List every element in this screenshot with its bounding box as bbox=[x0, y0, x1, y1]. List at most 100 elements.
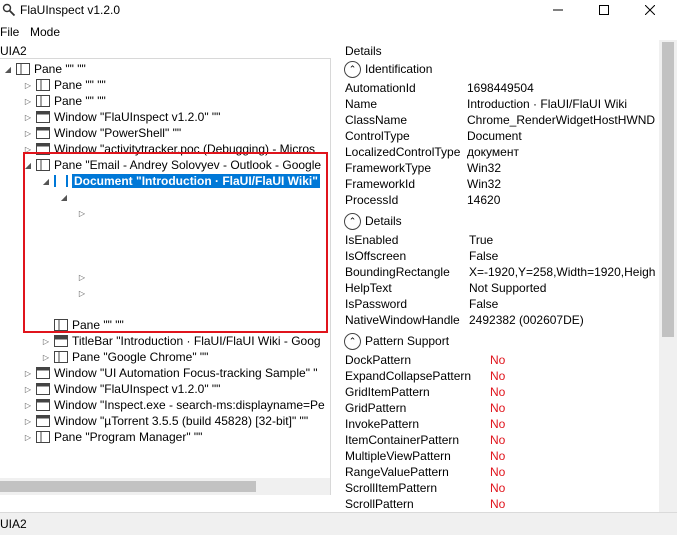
property-value: Chrome_RenderWidgetHostHWND bbox=[467, 113, 656, 127]
property-value: Introduction · FlaUI/FlaUI Wiki bbox=[467, 97, 628, 111]
property-row: BoundingRectangle X=-1920,Y=258,Width=192… bbox=[345, 265, 675, 281]
document-icon bbox=[54, 175, 68, 187]
expanded-arrow-icon[interactable]: ◢ bbox=[22, 157, 34, 173]
collapsed-arrow-icon[interactable]: ▷ bbox=[76, 269, 88, 285]
tree-node[interactable]: ◢ bbox=[58, 189, 70, 205]
property-key: ItemContainerPattern bbox=[345, 433, 460, 447]
collapsed-arrow-icon[interactable]: ▷ bbox=[22, 365, 34, 381]
section-header-patterns[interactable]: ⌃ Pattern Support bbox=[344, 332, 449, 350]
details-panel: ⌃ Identification AutomationId 1698449504 Nam… bbox=[340, 58, 677, 512]
tree-node[interactable]: ▷ TitleBar "Introduction · FlaUI/FlaUI Wi… bbox=[40, 333, 321, 349]
collapsed-arrow-icon[interactable]: ▷ bbox=[22, 413, 34, 429]
tree-scroll-thumb[interactable] bbox=[0, 481, 256, 492]
tree-node[interactable]: ▷ Window "PowerShell" "" bbox=[22, 125, 181, 141]
collapsed-arrow-icon[interactable]: ▷ bbox=[40, 333, 52, 349]
property-row: ExpandCollapsePattern No bbox=[345, 369, 675, 385]
tree-node[interactable]: ▷ bbox=[76, 269, 88, 285]
tree-node[interactable]: Pane "" "" bbox=[40, 317, 124, 333]
collapsed-arrow-icon[interactable]: ▷ bbox=[22, 397, 34, 413]
tree-node[interactable]: ▷ Pane "" "" bbox=[22, 93, 106, 109]
window-icon bbox=[36, 143, 50, 155]
pane-icon bbox=[54, 351, 68, 363]
property-value: X=-1920,Y=258,Width=1920,Heigh bbox=[469, 265, 656, 279]
property-key: Name bbox=[345, 97, 378, 111]
property-row: ScrollItemPattern No bbox=[345, 481, 675, 497]
tree-node[interactable]: ▷ Pane "Google Chrome" "" bbox=[40, 349, 209, 365]
menu-file[interactable]: File bbox=[0, 25, 19, 39]
property-key: GridPattern bbox=[345, 401, 407, 415]
property-value: No bbox=[490, 417, 506, 431]
close-icon bbox=[644, 4, 656, 18]
section-header-identification[interactable]: ⌃ Identification bbox=[344, 60, 432, 78]
collapsed-arrow-icon[interactable]: ▷ bbox=[22, 141, 34, 157]
tree-node-label: Window "µTorrent 3.5.5 (build 45828) [32… bbox=[54, 414, 309, 428]
tree-horizontal-scrollbar[interactable] bbox=[0, 478, 330, 495]
tree-node[interactable]: ▷ Window "FlaUInspect v1.2.0" "" bbox=[22, 109, 221, 125]
menu-bar: File Mode bbox=[0, 22, 677, 42]
property-key: ExpandCollapsePattern bbox=[345, 369, 472, 383]
panel-splitter[interactable] bbox=[332, 44, 338, 512]
window-icon bbox=[36, 111, 50, 123]
tree-node[interactable]: ▷ bbox=[76, 285, 88, 301]
minimize-button[interactable] bbox=[535, 0, 581, 22]
section-title: Details bbox=[365, 214, 402, 228]
expanded-arrow-icon[interactable]: ◢ bbox=[40, 173, 52, 189]
window-icon bbox=[36, 383, 50, 395]
property-value: No bbox=[490, 369, 506, 383]
property-value: No bbox=[490, 353, 506, 367]
tree-node[interactable]: ▷ Window "FlaUInspect v1.2.0" "" bbox=[22, 381, 221, 397]
property-key: IsEnabled bbox=[345, 233, 399, 247]
section-header-details[interactable]: ⌃ Details bbox=[344, 212, 402, 230]
details-scroll-thumb[interactable] bbox=[662, 42, 674, 337]
tree-node[interactable]: ◢ Document "Introduction · FlaUI/FlaUI Wi… bbox=[40, 173, 320, 189]
property-row: DockPattern No bbox=[345, 353, 675, 369]
expanded-arrow-icon[interactable]: ◢ bbox=[2, 61, 14, 77]
property-row: RangeValuePattern No bbox=[345, 465, 675, 481]
property-row: ControlType Document bbox=[345, 129, 675, 145]
details-header-label: Details bbox=[345, 44, 382, 58]
property-value: No bbox=[490, 465, 506, 479]
menu-mode[interactable]: Mode bbox=[30, 25, 60, 39]
property-row: GridPattern No bbox=[345, 401, 675, 417]
collapsed-arrow-icon[interactable]: ▷ bbox=[22, 77, 34, 93]
tree-node[interactable]: ▷ Window "activitytracker.poc (Debugging)… bbox=[22, 141, 315, 157]
details-vertical-scrollbar[interactable] bbox=[659, 40, 677, 512]
tree-node-label: Window "FlaUInspect v1.2.0" "" bbox=[54, 110, 221, 124]
title-bar: FlaUInspect v1.2.0 bbox=[0, 0, 677, 22]
tree-node[interactable]: ◢ Pane "" "" bbox=[2, 61, 86, 77]
tree-header-label: UIA2 bbox=[0, 44, 27, 58]
property-row: FrameworkType Win32 bbox=[345, 161, 675, 177]
collapse-chevron-icon[interactable]: ⌃ bbox=[344, 332, 361, 350]
tree-node[interactable]: ▷ Window "Inspect.exe - search-ms:display… bbox=[22, 397, 325, 413]
property-row: ItemContainerPattern No bbox=[345, 433, 675, 449]
expanded-arrow-icon[interactable]: ◢ bbox=[58, 189, 70, 205]
property-row: IsPassword False bbox=[345, 297, 675, 313]
collapsed-arrow-icon[interactable]: ▷ bbox=[22, 93, 34, 109]
tree-node[interactable]: ▷ Pane "Program Manager" "" bbox=[22, 429, 203, 445]
no-expander-spacer bbox=[40, 317, 52, 333]
tree-node-label: Pane "Program Manager" "" bbox=[54, 430, 203, 444]
property-value: True bbox=[469, 233, 494, 247]
collapsed-arrow-icon[interactable]: ▷ bbox=[22, 109, 34, 125]
tree-node[interactable]: ▷ Window "µTorrent 3.5.5 (build 45828) [3… bbox=[22, 413, 308, 429]
collapsed-arrow-icon[interactable]: ▷ bbox=[40, 349, 52, 365]
collapse-chevron-icon[interactable]: ⌃ bbox=[344, 212, 361, 230]
close-button[interactable] bbox=[627, 0, 673, 22]
tree-node[interactable]: ▷ bbox=[76, 205, 88, 221]
collapsed-arrow-icon[interactable]: ▷ bbox=[76, 285, 88, 301]
element-tree[interactable]: ◢ Pane "" "" ▷ Pane "" "" ▷ Pane "" "" ▷ Window… bbox=[0, 58, 331, 495]
collapse-chevron-icon[interactable]: ⌃ bbox=[344, 60, 361, 78]
collapsed-arrow-icon[interactable]: ▷ bbox=[76, 205, 88, 221]
maximize-button[interactable] bbox=[581, 0, 627, 22]
status-text: UIA2 bbox=[0, 517, 27, 531]
collapsed-arrow-icon[interactable]: ▷ bbox=[22, 125, 34, 141]
tree-node[interactable]: ◢ Pane "Email - Andrey Solovyev - Outlook… bbox=[22, 157, 321, 173]
property-key: RangeValuePattern bbox=[345, 465, 449, 479]
collapsed-arrow-icon[interactable]: ▷ bbox=[22, 429, 34, 445]
window-icon bbox=[36, 415, 50, 427]
tree-node[interactable]: ▷ Pane "" "" bbox=[22, 77, 106, 93]
tree-node[interactable]: ▷ Window "UI Automation Focus-tracking Sa… bbox=[22, 365, 318, 381]
pane-icon bbox=[16, 63, 30, 75]
collapsed-arrow-icon[interactable]: ▷ bbox=[22, 381, 34, 397]
property-row: ScrollPattern No bbox=[345, 497, 675, 512]
